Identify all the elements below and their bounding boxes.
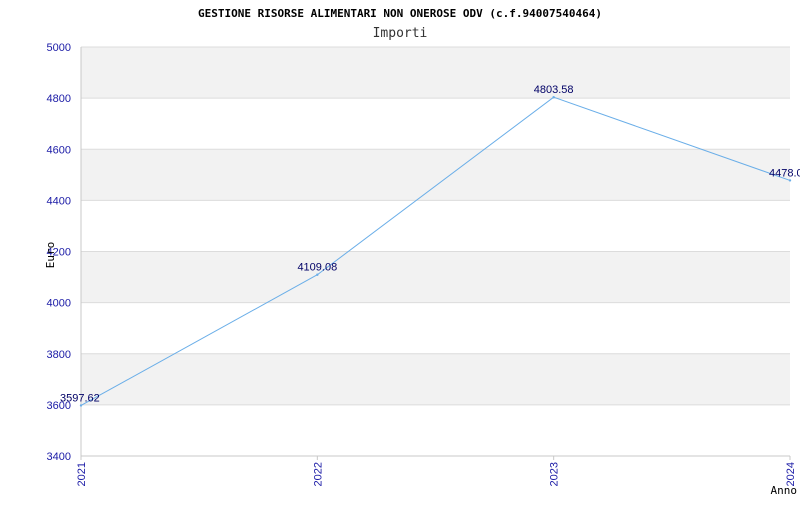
data-point [316,273,319,276]
data-label: 3597.62 [60,392,100,404]
grid-band [81,251,790,303]
x-tick-labels: 2021 2022 2023 2024 [76,462,797,486]
x-tick-label: 2023 [549,462,561,486]
x-tick-label: 2022 [312,462,324,486]
grid-band [81,353,790,405]
chart-subtitle: Importi [373,26,428,41]
y-tick-label: 3400 [47,451,71,463]
y-tick-label: 4600 [47,144,71,156]
data-label: 4478.0 [769,167,800,179]
data-point [79,404,83,407]
grid-bands [81,47,790,405]
x-axis-label: Anno [771,484,798,497]
chart: 3400 3600 3800 4000 4200 4400 4600 4800 5000 202… [0,0,800,500]
y-tick-label: 3800 [47,349,71,361]
y-tick-label: 5000 [47,42,71,54]
y-tick-label: 4000 [47,298,71,310]
y-tick-label: 4800 [47,93,71,105]
y-tick-label: 4400 [47,195,71,207]
x-tick-label: 2024 [785,462,797,486]
data-label: 4109.08 [297,262,337,274]
y-axis-label: Euro [44,242,57,269]
data-point [788,179,792,182]
grid-band [81,47,790,99]
chart-svg: 340036003800400042004400460048005000 202… [44,7,800,497]
chart-title: GESTIONE RISORSE ALIMENTARI NON ONEROSE … [198,7,602,20]
x-tick-label: 2021 [76,462,88,486]
grid-band [81,149,790,201]
data-label: 4803.58 [534,84,574,96]
data-point [552,96,555,99]
